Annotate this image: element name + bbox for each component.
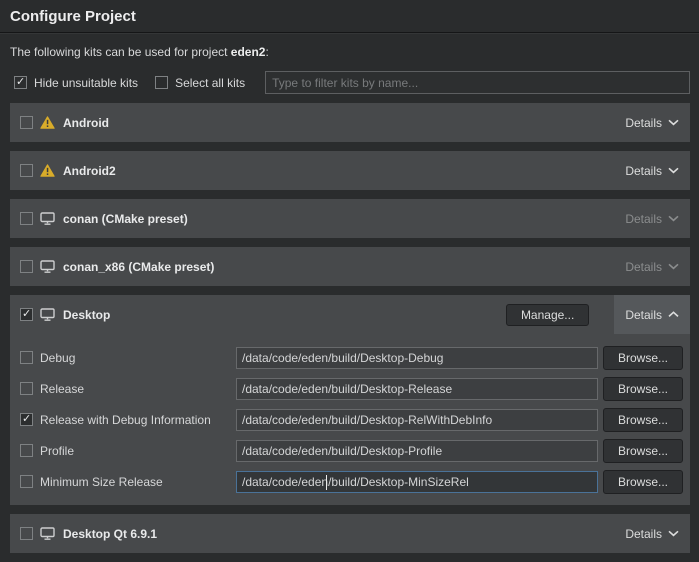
select-all-kits-checkbox[interactable] <box>155 76 168 89</box>
kit-row-android[interactable]: Android Details <box>10 103 690 142</box>
browse-button-debug[interactable]: Browse... <box>603 346 683 370</box>
config-checkbox-debug[interactable] <box>20 351 33 364</box>
details-label: Details <box>625 260 662 274</box>
build-config-row-debug: Debug /data/code/eden/build/Desktop-Debu… <box>10 342 690 373</box>
page-title: Configure Project <box>10 8 136 25</box>
title-bar: Configure Project <box>0 0 699 32</box>
build-config-row-release: Release /data/code/eden/build/Desktop-Re… <box>10 373 690 404</box>
kit-checkbox-conan-x86[interactable] <box>20 260 33 273</box>
monitor-icon <box>40 212 55 225</box>
build-config-row-relwithdebinfo: Release with Debug Information /data/cod… <box>10 404 690 435</box>
build-dir-field-minsizerel[interactable]: /data/code/eden/build/Desktop-MinSizeRel <box>236 471 598 493</box>
chevron-down-icon <box>668 215 679 222</box>
select-all-kits-label: Select all kits <box>175 76 245 90</box>
warning-icon <box>40 164 55 177</box>
chevron-up-icon <box>668 311 679 318</box>
chevron-down-icon <box>668 530 679 537</box>
kit-name: Android2 <box>63 164 116 178</box>
build-config-row-profile: Profile /data/code/eden/build/Desktop-Pr… <box>10 435 690 466</box>
build-config-list: Debug /data/code/eden/build/Desktop-Debu… <box>10 342 690 497</box>
browse-button-minsizerel[interactable]: Browse... <box>603 470 683 494</box>
filter-row: Hide unsuitable kits Select all kits <box>14 71 690 94</box>
kit-name: Android <box>63 116 109 130</box>
hide-unsuitable-kits-label: Hide unsuitable kits <box>34 76 138 90</box>
browse-button-release[interactable]: Browse... <box>603 377 683 401</box>
details-label: Details <box>625 164 662 178</box>
details-label: Details <box>625 527 662 541</box>
config-checkbox-release[interactable] <box>20 382 33 395</box>
kit-name: conan (CMake preset) <box>63 212 188 226</box>
hint-prefix: The following kits can be used for proje… <box>10 45 231 59</box>
kit-checkbox-android2[interactable] <box>20 164 33 177</box>
kits-hint-text: The following kits can be used for proje… <box>10 45 689 59</box>
kit-row-conan-x86[interactable]: conan_x86 (CMake preset) Details <box>10 247 690 286</box>
kit-checkbox-android[interactable] <box>20 116 33 129</box>
kit-checkbox-desktop[interactable] <box>20 308 33 321</box>
kit-row-android2[interactable]: Android2 Details <box>10 151 690 190</box>
chevron-down-icon <box>668 263 679 270</box>
details-toggle-android2[interactable]: Details <box>614 151 690 190</box>
config-checkbox-minsizerel[interactable] <box>20 475 33 488</box>
config-checkbox-profile[interactable] <box>20 444 33 457</box>
build-dir-text: /data/code/eden/build/Desktop-MinSizeRel <box>242 475 469 489</box>
monitor-icon <box>40 308 55 321</box>
config-checkbox-relwithdebinfo[interactable] <box>20 413 33 426</box>
build-dir-field-profile[interactable]: /data/code/eden/build/Desktop-Profile <box>236 440 598 462</box>
details-label: Details <box>625 116 662 130</box>
kit-row-conan[interactable]: conan (CMake preset) Details <box>10 199 690 238</box>
kit-row-desktop-qt[interactable]: Desktop Qt 6.9.1 Details <box>10 514 690 553</box>
browse-button-relwithdebinfo[interactable]: Browse... <box>603 408 683 432</box>
kit-name: conan_x86 (CMake preset) <box>63 260 214 274</box>
kit-list: Android Details Android2 Details <box>10 103 690 553</box>
config-label: Minimum Size Release <box>40 475 236 489</box>
details-label: Details <box>625 212 662 226</box>
kit-row-desktop[interactable]: Desktop Manage... Details <box>10 295 690 334</box>
project-name: eden2 <box>231 45 266 59</box>
kit-name: Desktop Qt 6.9.1 <box>63 527 157 541</box>
details-toggle-desktop-qt[interactable]: Details <box>614 514 690 553</box>
chevron-down-icon <box>668 119 679 126</box>
details-toggle-conan-x86: Details <box>614 247 690 286</box>
kit-name: Desktop <box>63 308 110 322</box>
build-dir-field-relwithdebinfo[interactable]: /data/code/eden/build/Desktop-RelWithDeb… <box>236 409 598 431</box>
config-label: Release <box>40 382 236 396</box>
kit-panel-desktop: Desktop Manage... Details Debug /data/co… <box>10 295 690 505</box>
config-label: Release with Debug Information <box>40 413 236 427</box>
kit-checkbox-desktop-qt[interactable] <box>20 527 33 540</box>
configure-project-page: Configure Project The following kits can… <box>0 0 699 553</box>
hint-suffix: : <box>265 45 268 59</box>
text-caret <box>326 475 327 490</box>
manage-kits-button[interactable]: Manage... <box>506 304 589 326</box>
title-separator <box>0 32 699 34</box>
warning-icon <box>40 116 55 129</box>
kit-checkbox-conan[interactable] <box>20 212 33 225</box>
details-label: Details <box>625 308 662 322</box>
monitor-icon <box>40 260 55 273</box>
details-toggle-android[interactable]: Details <box>614 103 690 142</box>
build-dir-field-release[interactable]: /data/code/eden/build/Desktop-Release <box>236 378 598 400</box>
chevron-down-icon <box>668 167 679 174</box>
kit-filter-input[interactable] <box>265 71 690 94</box>
config-label: Profile <box>40 444 236 458</box>
monitor-icon <box>40 527 55 540</box>
browse-button-profile[interactable]: Browse... <box>603 439 683 463</box>
build-dir-field-debug[interactable]: /data/code/eden/build/Desktop-Debug <box>236 347 598 369</box>
build-config-row-minsizerel: Minimum Size Release /data/code/eden/bui… <box>10 466 690 497</box>
details-toggle-desktop[interactable]: Details <box>614 295 690 334</box>
config-label: Debug <box>40 351 236 365</box>
details-toggle-conan: Details <box>614 199 690 238</box>
hide-unsuitable-kits-checkbox[interactable] <box>14 76 27 89</box>
